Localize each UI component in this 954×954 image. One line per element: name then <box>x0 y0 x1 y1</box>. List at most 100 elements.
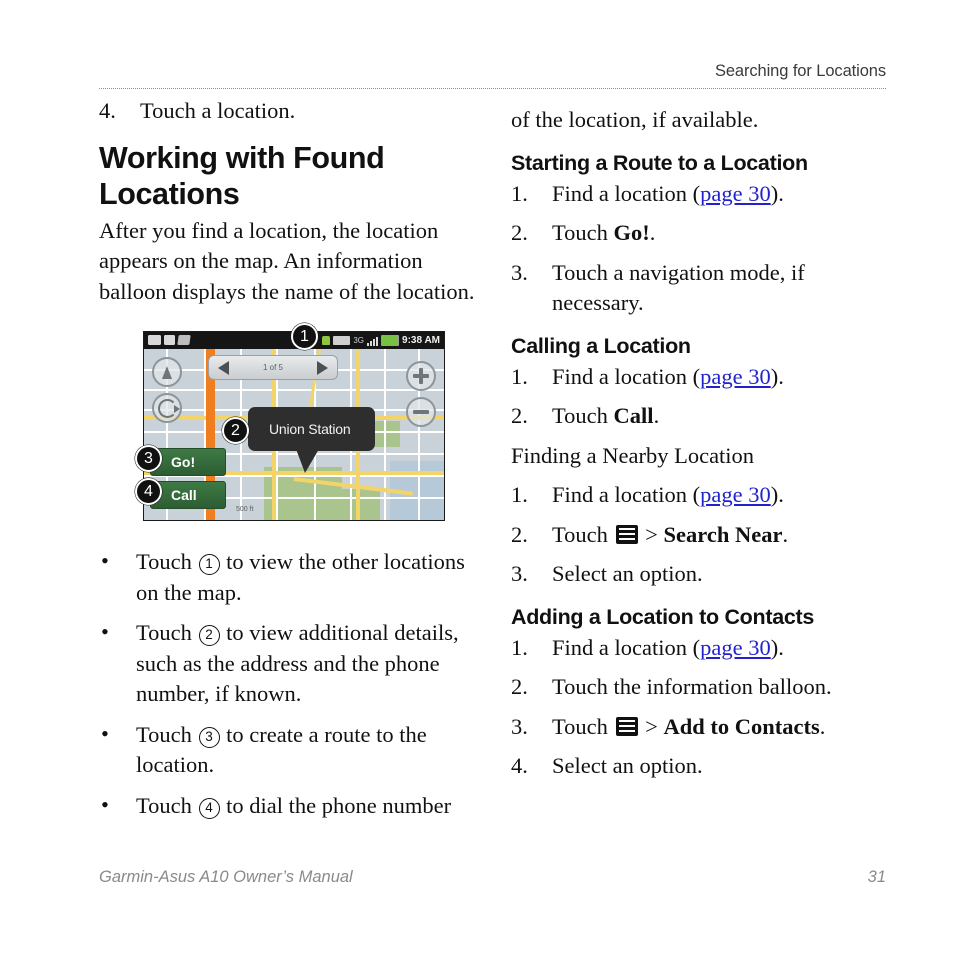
android-icon <box>322 336 331 345</box>
sync-icon <box>177 335 191 345</box>
rotate-icon <box>157 398 180 418</box>
status-right-icons: 3G 9:38 AM <box>322 334 440 347</box>
compass-button[interactable] <box>152 357 182 387</box>
callout-1: 1 <box>291 323 318 350</box>
step-text-pre: Touch <box>552 521 614 547</box>
list-item: • Touch 2 to view additional details, su… <box>99 618 485 710</box>
step-marker: 1. <box>511 363 528 389</box>
callout-2: 2 <box>222 417 249 444</box>
ui-label-call: Call <box>613 403 654 428</box>
step-text: Touch a location. <box>140 98 296 123</box>
step-marker: 4. <box>99 98 116 123</box>
continuation-paragraph: of the location, if available. <box>511 107 759 132</box>
bullet-glyph: • <box>101 720 109 746</box>
callout-3: 3 <box>135 445 162 472</box>
step-marker: 2. <box>511 521 528 547</box>
bullet-text-pre: Touch <box>136 620 198 645</box>
bullet-text-pre: Touch <box>136 721 198 747</box>
map-canvas[interactable]: 1 of 5 Union Station Go! Call 500 ft <box>144 349 444 520</box>
step-marker: 3. <box>511 713 528 739</box>
step-text-post: . <box>782 521 789 547</box>
step-marker: 2. <box>511 220 528 245</box>
step-text-post: ). <box>770 180 784 206</box>
step-text: Select an option. <box>552 561 703 586</box>
menu-icon <box>615 524 638 544</box>
status-left-icons <box>148 335 191 345</box>
list-item: 1. Find a location (page 30). <box>511 633 897 664</box>
callout-4: 4 <box>135 478 162 505</box>
page-link[interactable]: page 30 <box>700 181 771 206</box>
network-type-label: 3G <box>353 336 365 345</box>
signal-strength-icon <box>367 336 379 346</box>
list-item: 3. Select an option. <box>511 559 897 590</box>
list-item: 4. Touch a location. <box>99 96 485 127</box>
step-text-post: . <box>819 713 826 739</box>
result-pager-bar[interactable]: 1 of 5 <box>208 355 338 380</box>
circled-number-2: 2 <box>198 625 220 646</box>
voicemail-icon <box>148 335 161 345</box>
circled-number-4: 4 <box>198 797 220 819</box>
device-screen: 3G 9:38 AM 1 of 5 Union Station Go! Call… <box>143 331 445 521</box>
touch-bullet-list: • Touch 1 to view the other locations on… <box>99 547 485 821</box>
step-text-mid: > <box>639 713 664 739</box>
page-link[interactable]: page 30 <box>700 635 771 660</box>
manual-page: Searching for Locations 4. Touch a locat… <box>0 0 954 954</box>
right-column: of the location, if available. Starting … <box>511 96 897 791</box>
step-text-mid: > <box>639 521 664 547</box>
page-link[interactable]: page 30 <box>700 482 771 507</box>
list-item: 3. Touch > Add to Contacts. <box>511 712 897 743</box>
starting-a-route-steps: 1. Find a location (page 30). 2. Touch G… <box>511 179 897 319</box>
list-item: 4. Select an option. <box>511 751 897 782</box>
circled-number-1: 1 <box>198 554 220 575</box>
heading-finding-a-nearby-location: Finding a Nearby Location <box>511 442 755 468</box>
step-marker: 3. <box>511 561 528 586</box>
list-item: 2. Touch > Search Near. <box>511 520 897 551</box>
bullet-text-pre: Touch <box>136 792 198 818</box>
circled-number-3: 3 <box>198 726 220 748</box>
step-text: Touch a navigation mode, if necessary. <box>552 259 805 316</box>
messages-icon <box>164 335 175 345</box>
step-text-pre: Touch <box>552 713 614 739</box>
map-scale-label: 500 ft <box>236 506 254 513</box>
footer-page-number: 31 <box>867 868 886 886</box>
bullet-glyph: • <box>101 548 109 573</box>
menu-icon <box>615 716 638 736</box>
plus-icon <box>413 368 429 384</box>
zoom-in-button[interactable] <box>406 361 436 391</box>
pager-label: 1 of 5 <box>262 363 283 372</box>
header-divider <box>99 88 886 89</box>
step-text-pre: Touch <box>552 403 614 428</box>
calling-a-location-steps: 1. Find a location (page 30). 2. Touch C… <box>511 362 897 432</box>
step-marker: 1. <box>511 482 528 507</box>
adding-to-contacts-steps: 1. Find a location (page 30). 2. Touch t… <box>511 633 897 782</box>
step-text-pre: Touch <box>552 220 614 245</box>
list-item: 3. Touch a navigation mode, if necessary… <box>511 258 897 319</box>
alarm-icon <box>333 336 351 345</box>
bullet-glyph: • <box>101 791 109 817</box>
step-text-post: . <box>653 403 660 428</box>
ui-label-go: Go! <box>613 220 650 245</box>
step-text: Select an option. <box>552 753 703 778</box>
running-header: Searching for Locations <box>714 62 886 80</box>
step-text-post: . <box>649 220 656 245</box>
status-clock: 9:38 AM <box>402 335 440 346</box>
page-link[interactable]: page 30 <box>700 364 771 389</box>
ui-label-add-to-contacts: Add to Contacts <box>663 713 820 739</box>
step-marker: 1. <box>511 634 528 660</box>
step-marker: 2. <box>511 403 528 428</box>
rotate-view-button[interactable] <box>152 393 182 423</box>
information-balloon[interactable]: Union Station <box>248 407 375 473</box>
finding-nearby-steps: 1. Find a location (page 30). 2. Touch >… <box>511 480 897 590</box>
list-item: 2. Touch the information balloon. <box>511 672 897 703</box>
step-text-pre: Find a location ( <box>552 363 701 389</box>
bullet-text-post: to dial the phone number <box>220 792 452 818</box>
step-text-pre: Find a location ( <box>552 180 701 206</box>
list-item: 1. Find a location (page 30). <box>511 362 897 393</box>
zoom-out-button[interactable] <box>406 397 436 427</box>
north-arrow-icon <box>162 365 172 379</box>
previous-result-icon[interactable] <box>218 360 229 375</box>
bullet-glyph: • <box>101 619 109 644</box>
step-text-post: ). <box>770 634 784 660</box>
next-result-icon[interactable] <box>316 360 328 375</box>
bullet-text-pre: Touch <box>136 549 198 574</box>
